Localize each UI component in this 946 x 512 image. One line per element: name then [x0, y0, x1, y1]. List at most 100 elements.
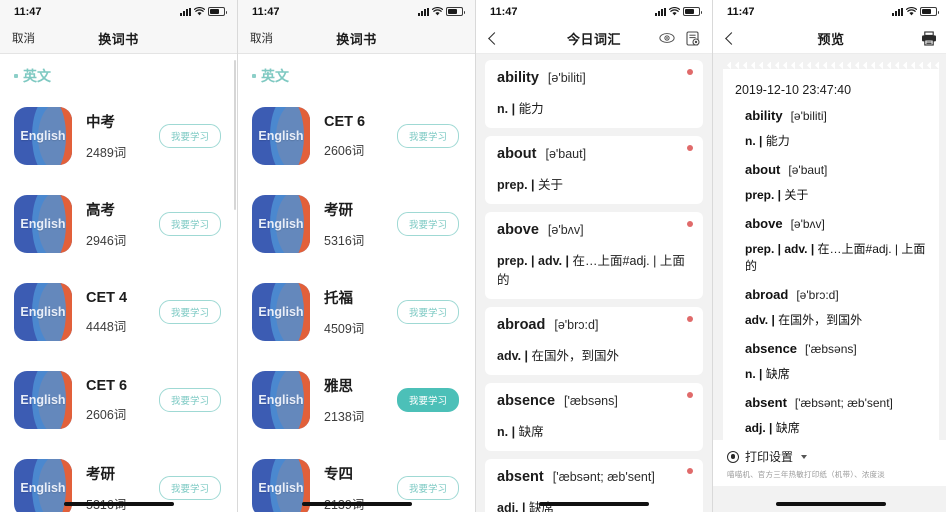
- list-item[interactable]: English 中考 2489词 我要学习: [0, 92, 237, 180]
- wordbook-title: 高考: [86, 203, 115, 219]
- study-button[interactable]: 我要学习: [158, 388, 221, 412]
- receipt-paper: 2019-12-10 23:47:40 ability [ə'biliti] n…: [723, 69, 939, 449]
- phone-screen-change-wordbook-2: 11:47 取消 换词书 英文 English CET 6 2606词 我要学习…: [238, 0, 475, 512]
- word-card[interactable]: about [ə'baut] prep. | 关于: [485, 136, 703, 204]
- home-indicator: [776, 502, 886, 506]
- wordbook-count: 4448词: [86, 319, 127, 334]
- battery-icon: [446, 7, 465, 16]
- wordbook-icon-label: English: [258, 305, 304, 319]
- study-button[interactable]: 我要学习: [396, 212, 459, 236]
- unlearned-dot-icon: [687, 69, 693, 75]
- section-label: 英文: [23, 68, 51, 84]
- word-card[interactable]: absence ['æbsəns] n. | 缺席: [485, 383, 703, 451]
- list-item[interactable]: English CET 4 4448词 我要学习: [0, 268, 237, 356]
- status-bar-time: 11:47: [490, 5, 518, 18]
- word-phonetic: [ə'biliti]: [790, 109, 827, 123]
- document-export-icon[interactable]: [686, 30, 700, 46]
- word-pos: prep. |: [745, 188, 782, 202]
- print-settings-panel[interactable]: 打印设置 喵喵机、官方三年热敏打印纸（机带）、浓度淡: [713, 440, 946, 486]
- study-button[interactable]: 我要学习: [158, 300, 221, 324]
- wordbook-title: CET 4: [86, 289, 128, 306]
- bullet-icon: [252, 74, 256, 78]
- study-button[interactable]: 我要学习: [396, 300, 459, 324]
- word-phonetic: ['æbsənt; æb'sent]: [552, 470, 655, 484]
- cancel-button[interactable]: 取消: [12, 30, 35, 46]
- word-pos: prep. |: [497, 178, 535, 192]
- wifi-icon: [906, 7, 917, 16]
- wordbook-count: 2606词: [86, 407, 127, 422]
- phone-screen-print-preview: 11:47 预览 2019-12-10 23:47:40 ability [ə'…: [713, 0, 946, 512]
- word-meaning: 关于: [538, 178, 564, 192]
- wordbook-title: 专四: [324, 467, 353, 483]
- nav-bar: 预览: [713, 23, 946, 54]
- word-text: absence: [497, 393, 556, 409]
- word-phonetic: ['æbsəns]: [564, 394, 618, 408]
- today-word-list[interactable]: ability [ə'biliti] n. | 能力 about [ə'baut…: [476, 54, 712, 512]
- wordbook-icon: English: [252, 107, 310, 165]
- print-settings-icon: [727, 450, 739, 463]
- receipt-entry: absence ['æbsəns] n. | 缺席: [735, 341, 927, 382]
- wordbook-count: 4509词: [324, 322, 365, 336]
- list-item[interactable]: English 雅思 2138词 我要学习: [238, 356, 475, 444]
- nav-bar: 取消 换词书: [238, 23, 475, 54]
- status-bar-time: 11:47: [14, 5, 42, 18]
- section-header-english: 英文: [238, 54, 475, 92]
- word-card[interactable]: ability [ə'biliti] n. | 能力: [485, 60, 703, 128]
- study-button[interactable]: 我要学习: [396, 124, 459, 148]
- word-pos: prep. | adv. |: [497, 254, 570, 268]
- unlearned-dot-icon: [687, 468, 693, 474]
- study-button-selected[interactable]: 我要学习: [396, 388, 459, 412]
- word-pos: adv. |: [745, 313, 775, 327]
- list-item[interactable]: English 高考 2946词 我要学习: [0, 180, 237, 268]
- wordbook-icon-label: English: [20, 481, 66, 495]
- nav-bar: 今日词汇: [476, 23, 712, 54]
- word-meaning: 缺席: [518, 425, 544, 439]
- wordbook-icon: English: [252, 371, 310, 429]
- study-button[interactable]: 我要学习: [158, 212, 221, 236]
- word-meaning: 能力: [518, 102, 544, 116]
- home-indicator: [63, 502, 174, 506]
- wordbook-count: 2138词: [324, 410, 365, 424]
- word-text: absent: [745, 395, 787, 410]
- study-button[interactable]: 我要学习: [158, 124, 221, 148]
- wordbook-icon: English: [14, 107, 72, 165]
- word-phonetic: [ə'bʌv]: [547, 223, 584, 237]
- word-text: absent: [497, 469, 544, 485]
- study-button[interactable]: 我要学习: [396, 476, 459, 500]
- status-bar-time: 11:47: [252, 5, 280, 18]
- receipt-entry: absent ['æbsənt; æb'sent] adj. | 缺席: [735, 395, 927, 436]
- wordbook-list[interactable]: 英文 English 中考 2489词 我要学习 English 高考 2946…: [0, 54, 237, 512]
- word-meaning: 缺席: [765, 367, 790, 381]
- status-bar: 11:47: [713, 0, 946, 23]
- word-card[interactable]: abroad [ə'brɔ:d] adv. | 在国外，到国外: [485, 307, 703, 375]
- receipt-entry: ability [ə'biliti] n. | 能力: [735, 108, 927, 149]
- battery-icon: [920, 7, 939, 16]
- word-phonetic: [ə'brɔ:d]: [554, 318, 599, 332]
- wordbook-title: 考研: [86, 467, 115, 483]
- word-meaning: 在国外，到国外: [531, 349, 620, 363]
- word-text: ability: [497, 70, 539, 86]
- list-item[interactable]: English CET 6 2606词 我要学习: [0, 356, 237, 444]
- study-button[interactable]: 我要学习: [158, 476, 221, 500]
- section-header-english: 英文: [0, 54, 237, 92]
- word-text: abroad: [745, 287, 789, 302]
- list-item[interactable]: English CET 6 2606词 我要学习: [238, 92, 475, 180]
- status-bar: 11:47: [0, 0, 237, 23]
- printer-icon[interactable]: [921, 30, 937, 46]
- list-item[interactable]: English 考研 5316词 我要学习: [238, 180, 475, 268]
- wordbook-list[interactable]: 英文 English CET 6 2606词 我要学习 English 考研 5…: [238, 54, 475, 512]
- scrollbar[interactable]: [234, 60, 236, 210]
- unlearned-dot-icon: [687, 145, 693, 151]
- word-card[interactable]: above [ə'bʌv] prep. | adv. | 在…上面#adj. |…: [485, 212, 703, 299]
- wordbook-icon-label: English: [258, 481, 304, 495]
- word-pos: adj. |: [745, 421, 773, 435]
- chevron-down-icon[interactable]: [801, 454, 808, 459]
- wordbook-count: 2946词: [86, 234, 127, 248]
- word-text: ability: [745, 108, 783, 123]
- cancel-button[interactable]: 取消: [250, 30, 273, 46]
- word-phonetic: ['æbsəns]: [805, 342, 857, 356]
- unlearned-dot-icon: [687, 316, 693, 322]
- word-phonetic: [ə'baut]: [545, 147, 587, 161]
- eye-icon[interactable]: [659, 32, 675, 44]
- list-item[interactable]: English 托福 4509词 我要学习: [238, 268, 475, 356]
